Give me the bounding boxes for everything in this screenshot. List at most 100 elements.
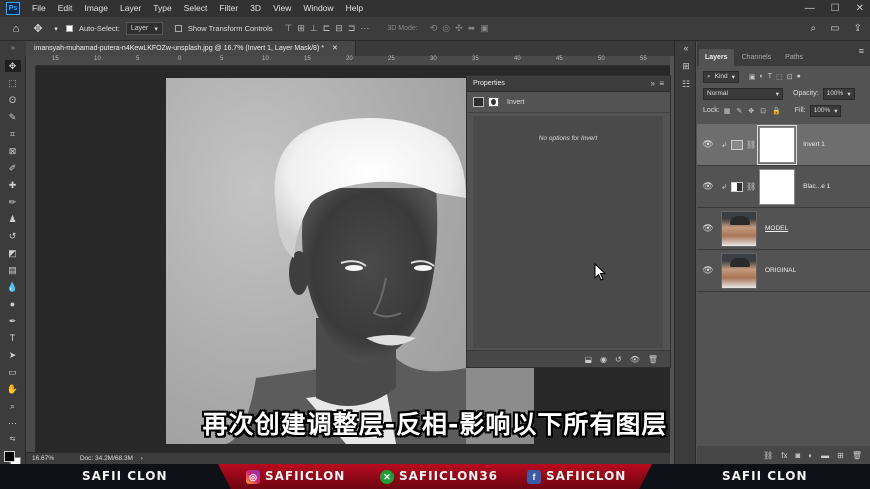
layer-name[interactable]: MODEL	[765, 225, 788, 232]
link-chain-icon[interactable]: ⛓	[746, 182, 756, 191]
maximize-icon[interactable]: ☐	[831, 0, 840, 17]
distribute-icon[interactable]: ⋯	[360, 23, 369, 34]
add-mask-icon[interactable]: ◙	[795, 451, 800, 460]
zoom-level[interactable]: 16.67%	[32, 455, 54, 462]
delete-trash-icon[interactable]: 🗑	[648, 355, 658, 364]
blend-mode-dropdown[interactable]: Normal ▾	[703, 87, 783, 100]
horizontal-ruler[interactable]: 15 10 5 0 5 10 15 20 25 30 35 40 45 50 5…	[36, 56, 670, 66]
close-icon[interactable]: ✕	[856, 0, 864, 17]
home-icon[interactable]: ⌂	[8, 23, 24, 35]
path-select-tool-icon[interactable]: ➤	[5, 349, 21, 361]
menu-3d[interactable]: 3D	[244, 0, 267, 17]
dodge-tool-icon[interactable]: ●	[5, 298, 21, 310]
marquee-tool-icon[interactable]: ⬚	[5, 77, 21, 89]
document-tab[interactable]: imansyah-muhamad-putera-n4KewLKFOZw-unsp…	[26, 41, 356, 56]
invert-adjustment-icon[interactable]	[473, 97, 484, 107]
lock-transparency-icon[interactable]: ▦	[724, 107, 731, 115]
layer-mask-thumbnail[interactable]	[759, 168, 796, 205]
gradient-tool-icon[interactable]: ▤	[5, 264, 21, 276]
show-transform-checkbox[interactable]	[174, 25, 182, 32]
layer-mask-icon[interactable]	[488, 97, 499, 107]
type-tool-icon[interactable]: T	[5, 332, 21, 344]
smart-object-filter-icon[interactable]: ⊡	[787, 73, 793, 81]
delete-trash-icon[interactable]: 🗑	[852, 451, 862, 460]
menu-select[interactable]: Select	[178, 0, 214, 17]
layer-style-fx-icon[interactable]: fx	[781, 451, 787, 460]
layer-name[interactable]: Invert 1	[803, 141, 825, 148]
align-hcenter-icon[interactable]: ⊟	[335, 23, 343, 34]
chevron-right-icon[interactable]: ›	[141, 455, 143, 462]
new-group-icon[interactable]: ▬	[821, 451, 829, 460]
lock-pixels-icon[interactable]: ✎	[736, 107, 742, 115]
brush-tool-icon[interactable]: ✏	[5, 196, 21, 208]
align-bottom-icon[interactable]: ⊥	[310, 23, 318, 34]
menu-window[interactable]: Window	[297, 0, 339, 17]
lock-all-icon[interactable]: 🔒	[772, 107, 781, 115]
eyedropper-tool-icon[interactable]: ✐	[5, 162, 21, 174]
foreground-color-swatch[interactable]	[3, 451, 15, 462]
layer-name[interactable]: ORIGINAL	[765, 267, 796, 274]
blur-tool-icon[interactable]: 💧	[5, 281, 21, 293]
inverted-portrait-image[interactable]	[166, 78, 466, 444]
pan-icon[interactable]: ✣	[455, 23, 463, 34]
lasso-tool-icon[interactable]: ʘ	[5, 94, 21, 106]
pen-tool-icon[interactable]: ✒	[5, 315, 21, 327]
menu-file[interactable]: File	[26, 0, 52, 17]
frame-tool-icon[interactable]: ⊠	[5, 145, 21, 157]
auto-select-dropdown[interactable]: Layer ▾	[125, 22, 163, 35]
move-tool-icon[interactable]: ✥	[30, 22, 46, 35]
pixel-filter-icon[interactable]: ▣	[749, 73, 756, 81]
menu-edit[interactable]: Edit	[52, 0, 79, 17]
crop-tool-icon[interactable]: ⌗	[5, 128, 21, 140]
clone-stamp-tool-icon[interactable]: ♟	[5, 213, 21, 225]
tab-paths[interactable]: Paths	[779, 49, 809, 66]
visibility-eye-icon[interactable]: 👁	[697, 139, 719, 150]
auto-select-checkbox[interactable]	[66, 25, 73, 32]
layer-thumbnail[interactable]	[721, 210, 757, 247]
menu-view[interactable]: View	[267, 0, 297, 17]
reset-icon[interactable]: ↺	[615, 355, 622, 364]
menu-layer[interactable]: Layer	[114, 0, 147, 17]
vertical-ruler[interactable]	[26, 66, 36, 452]
align-top-icon[interactable]: ⊤	[285, 23, 293, 34]
minimize-icon[interactable]: —	[805, 0, 815, 17]
share-icon[interactable]: ⇪	[854, 23, 862, 34]
clip-to-layer-icon[interactable]: ⬓	[584, 355, 592, 364]
align-right-icon[interactable]: ⊐	[348, 23, 356, 34]
fill-input[interactable]: 100% ▾	[809, 104, 842, 117]
orbit-icon[interactable]: ⟲	[430, 23, 438, 34]
opacity-input[interactable]: 100% ▾	[822, 87, 855, 100]
layer-mask-thumbnail[interactable]	[757, 124, 798, 165]
move-tool-icon[interactable]: ✥	[4, 60, 21, 72]
layer-row-invert[interactable]: 👁 ↲ ⛓ Invert 1	[697, 124, 870, 166]
menu-help[interactable]: Help	[340, 0, 369, 17]
layer-thumbnail[interactable]	[721, 252, 757, 289]
menu-type[interactable]: Type	[147, 0, 177, 17]
link-layers-icon[interactable]: ⛓	[763, 451, 773, 460]
chevron-down-icon[interactable]: ▾	[52, 25, 60, 33]
slide-icon[interactable]: ⬌	[468, 23, 476, 34]
layer-row-original[interactable]: 👁 ORIGINAL	[697, 250, 870, 292]
type-filter-icon[interactable]: T	[768, 73, 772, 81]
new-layer-icon[interactable]: ⊞	[837, 451, 844, 460]
close-icon[interactable]: ✕	[332, 45, 338, 52]
panel-menu-icon[interactable]: ≡	[859, 46, 864, 56]
history-brush-tool-icon[interactable]: ↺	[5, 230, 21, 242]
layer-row-black-white[interactable]: 👁 ↲ ⛓ Blac...e 1	[697, 166, 870, 208]
history-panel-icon[interactable]: ⊞	[680, 61, 692, 73]
layer-name[interactable]: Blac...e 1	[803, 183, 830, 190]
scale-icon[interactable]: ▣	[480, 23, 489, 34]
roll-icon[interactable]: ◎	[442, 23, 450, 34]
adjustment-layer-icon[interactable]: ◐	[808, 451, 813, 460]
visibility-eye-icon[interactable]: 👁	[697, 181, 719, 192]
search-icon[interactable]: ⌕	[811, 23, 817, 34]
shape-filter-icon[interactable]: ⬚	[776, 73, 783, 81]
tab-layers[interactable]: Layers	[699, 49, 734, 66]
toolbar-collapse[interactable]: »	[0, 41, 26, 56]
workspace-icon[interactable]: ▭	[830, 23, 839, 34]
eraser-tool-icon[interactable]: ◩	[5, 247, 21, 259]
menu-filter[interactable]: Filter	[213, 0, 244, 17]
collapse-panels-icon[interactable]: «	[680, 43, 692, 55]
hand-tool-icon[interactable]: ✋	[5, 383, 21, 395]
link-chain-icon[interactable]: ⛓	[746, 140, 756, 149]
